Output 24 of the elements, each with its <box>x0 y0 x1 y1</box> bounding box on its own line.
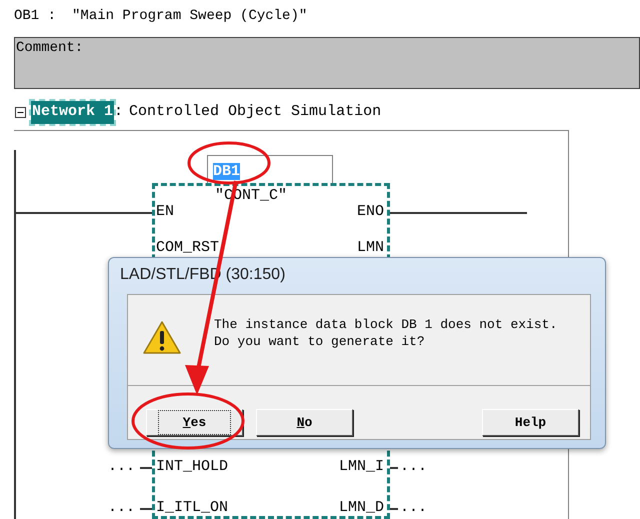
input-parameter[interactable]: ... <box>108 499 136 517</box>
dialog-button[interactable]: No <box>256 409 353 436</box>
input-pin-label: I_ITL_ON <box>156 499 228 517</box>
warning-icon <box>142 320 182 356</box>
input-pin-label: INT_HOLD <box>156 458 228 476</box>
output-pin-label: ENO <box>356 203 384 221</box>
input-pin-label: COM_RST <box>156 239 220 257</box>
output-pin-label: LMN_I <box>338 458 384 476</box>
network-title: Controlled Object Simulation <box>129 102 382 122</box>
output-pin-label: LMN <box>356 239 384 257</box>
network-separator: : <box>114 102 124 122</box>
output-parameter[interactable]: ... <box>400 458 428 476</box>
input-parameter[interactable]: ... <box>108 458 136 476</box>
output-pin-label: LMN_D <box>338 499 384 517</box>
dialog-button[interactable]: Yes <box>146 409 243 436</box>
comment-box[interactable]: Comment: <box>14 37 640 89</box>
dialog-message: The instance data block DB 1 does not exist. Do you want to generate it? <box>214 316 558 350</box>
block-title: ″Main Program Sweep (Cycle)″ <box>72 7 308 26</box>
collapse-icon[interactable] <box>15 106 26 118</box>
output-parameter[interactable]: ... <box>400 499 428 517</box>
network-label[interactable]: Network 1 <box>31 101 114 124</box>
dialog-button[interactable]: Help <box>482 409 579 436</box>
block-number: OB1 : <box>14 7 56 26</box>
input-pin-label: EN <box>156 203 174 221</box>
